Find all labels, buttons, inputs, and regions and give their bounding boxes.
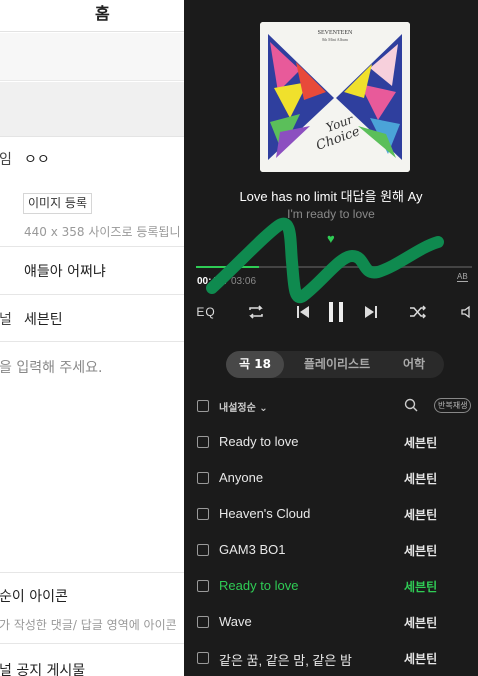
- select-all-checkbox[interactable]: [197, 400, 209, 412]
- image-register-button[interactable]: 이미지 등록: [23, 193, 93, 214]
- form-band: [0, 82, 184, 137]
- icon-section-title: 순이 아이콘: [0, 589, 68, 605]
- track-title: Wave: [219, 614, 252, 629]
- repeat-play-button[interactable]: 반복재생: [434, 398, 472, 413]
- track-title: 같은 꿈, 같은 맘, 같은 밤: [219, 653, 352, 668]
- track-artist: 세븐틴: [404, 436, 438, 450]
- track-artist: 세븐틴: [404, 616, 438, 630]
- track-title: GAM3 BO1: [219, 542, 286, 557]
- track-artist: 세븐틴: [404, 652, 438, 666]
- track-artist: 세븐틴: [404, 580, 438, 594]
- track-artist: 세븐틴: [404, 544, 438, 558]
- description-placeholder[interactable]: 을 입력해 주세요.: [0, 357, 103, 377]
- track-artist: 세븐틴: [404, 508, 438, 522]
- tab-language[interactable]: 어학: [386, 351, 442, 378]
- divider: [0, 572, 184, 573]
- icon-section-desc: 가 작성한 댓글/ 답글 영역에 아이콘: [0, 618, 177, 632]
- volume-icon[interactable]: [458, 300, 476, 324]
- list-header: 내설정순 ⌄ 반복재생: [184, 396, 478, 418]
- track-row[interactable]: Heaven's Cloud 세븐틴: [184, 496, 478, 532]
- sort-dropdown[interactable]: 내설정순 ⌄: [219, 399, 268, 414]
- chevron-down-icon: ⌄: [255, 403, 268, 414]
- eq-button[interactable]: EQ: [195, 300, 217, 324]
- album-art-graphic: SEVENTEEN 8th Mini Album Your Choice: [260, 22, 410, 172]
- track-row-playing[interactable]: Ready to love 세븐틴: [184, 568, 478, 604]
- track-row[interactable]: 같은 꿈, 같은 맘, 같은 밤 세븐틴: [184, 640, 478, 676]
- pause-icon[interactable]: [324, 300, 348, 324]
- time-separator: /: [225, 276, 228, 287]
- album-subtitle-text: 8th Mini Album: [322, 37, 349, 42]
- track-row[interactable]: GAM3 BO1 세븐틴: [184, 532, 478, 568]
- progress-bar[interactable]: [196, 266, 472, 268]
- shuffle-icon[interactable]: [406, 300, 430, 324]
- divider: [0, 643, 184, 644]
- music-player-panel: SEVENTEEN 8th Mini Album Your Choice Lov…: [184, 0, 478, 676]
- tab-songs[interactable]: 곡 18: [226, 351, 284, 378]
- repeat-icon[interactable]: [244, 300, 268, 324]
- progress-fill: [196, 266, 260, 268]
- page-title: 홈: [95, 4, 110, 23]
- list-tabs: 곡 18 플레이리스트 어학: [226, 351, 444, 378]
- track-checkbox[interactable]: [197, 508, 209, 520]
- track-row[interactable]: Anyone 세븐틴: [184, 460, 478, 496]
- track-checkbox[interactable]: [197, 472, 209, 484]
- track-checkbox[interactable]: [197, 544, 209, 556]
- image-size-hint: 440 x 358 사이즈로 등록됩니: [24, 225, 181, 239]
- track-checkbox[interactable]: [197, 436, 209, 448]
- tab-playlist[interactable]: 플레이리스트: [292, 351, 382, 378]
- track-checkbox[interactable]: [197, 652, 209, 664]
- album-artist-text: SEVENTEEN: [318, 30, 353, 36]
- ab-repeat-button[interactable]: AB: [457, 272, 468, 282]
- divider: [0, 246, 184, 247]
- search-icon[interactable]: [404, 398, 420, 414]
- track-row[interactable]: Wave 세븐틴: [184, 604, 478, 640]
- track-artist: 세븐틴: [404, 472, 438, 486]
- name-label: 임: [0, 152, 12, 168]
- track-title: Heaven's Cloud: [219, 506, 311, 521]
- now-playing-lyric-next: I'm ready to love: [287, 207, 375, 221]
- track-checkbox[interactable]: [197, 580, 209, 592]
- next-icon[interactable]: [360, 300, 382, 324]
- form-band: [0, 33, 184, 81]
- track-title: Ready to love: [219, 434, 299, 449]
- time-total: 03:06: [231, 276, 257, 287]
- nickname-value[interactable]: 세븐틴: [24, 309, 63, 329]
- track-row[interactable]: Ready to love 세븐틴: [184, 424, 478, 460]
- heart-icon[interactable]: ♥: [327, 232, 335, 245]
- track-checkbox[interactable]: [197, 616, 209, 628]
- notice-title[interactable]: 널 공지 게시물: [0, 660, 85, 676]
- track-title: Anyone: [219, 470, 264, 485]
- page-header: 홈: [0, 0, 184, 32]
- previous-icon[interactable]: [292, 300, 314, 324]
- background-form-page: 홈 임 ㅇㅇ 이미지 등록 440 x 358 사이즈로 등록됩니 얘들아 어쩌…: [0, 0, 184, 676]
- divider: [0, 294, 184, 295]
- sort-label: 내설정순: [219, 403, 256, 414]
- track-title: Ready to love: [219, 578, 299, 593]
- now-playing-lyric-current: Love has no limit 대답을 원해 Ay: [239, 189, 423, 204]
- divider: [0, 341, 184, 342]
- intro-value[interactable]: 얘들아 어쩌냐: [24, 261, 106, 281]
- name-value: ㅇㅇ: [24, 152, 50, 168]
- time-current: 00:47: [197, 276, 223, 287]
- nickname-label: 널: [0, 312, 12, 328]
- album-cover: SEVENTEEN 8th Mini Album Your Choice: [260, 22, 410, 172]
